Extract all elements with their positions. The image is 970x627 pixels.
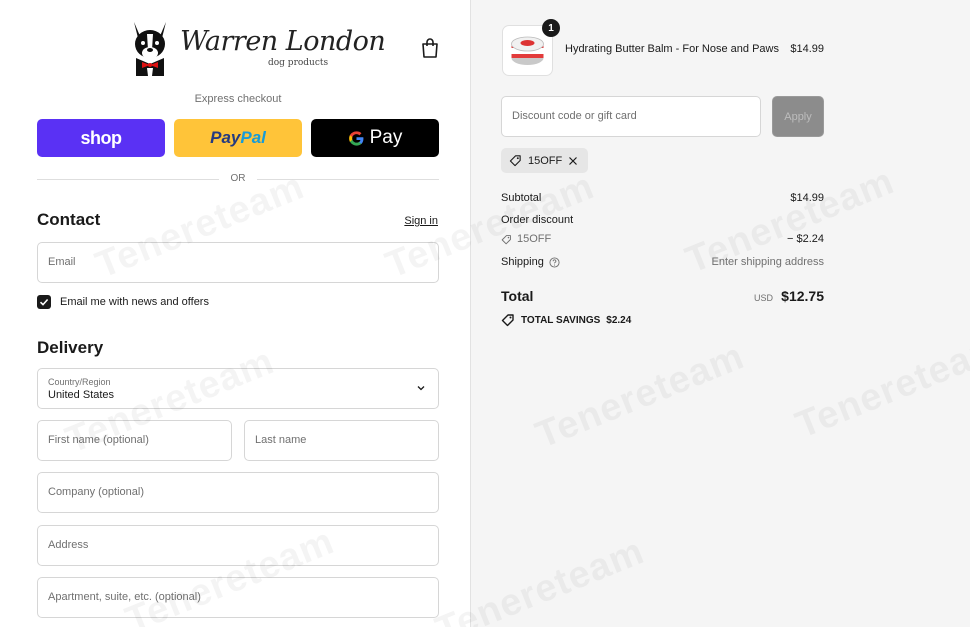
total-currency: USD [753,293,773,303]
newsletter-option[interactable]: Email me with news and offers [37,295,209,309]
apartment-field[interactable]: Apartment, suite, etc. (optional) [37,577,439,618]
close-icon[interactable] [568,156,578,166]
discount-code-label: 15OFF [517,233,552,245]
newsletter-checkbox[interactable] [37,295,51,309]
shop-pay-button[interactable]: shop [37,119,165,157]
product-name: Hydrating Butter Balm - For Nose and Paw… [565,43,779,55]
tag-icon [509,155,521,167]
product-thumbnail: 1 [502,19,560,76]
shopping-bag-icon[interactable] [421,38,439,58]
order-discount-row: Order discount [501,214,824,226]
shipping-label-group: Shipping [501,256,560,268]
help-icon[interactable] [549,256,560,268]
google-pay-button[interactable]: Pay [311,119,439,157]
paypal-button[interactable]: Pay Pal [174,119,302,157]
paypal-label-part2: Pal [240,128,266,147]
shop-pay-label: shop [80,127,123,148]
country-value: United States [48,389,115,401]
savings-label: TOTAL SAVINGS [521,314,601,326]
brand-tagline: dog products [268,58,329,68]
applied-discount-chip: 15OFF [501,148,589,173]
total-savings-row: TOTAL SAVINGS $2.24 [501,313,631,327]
last-name-field[interactable]: Last name [244,420,439,461]
email-placeholder: Email [48,256,76,268]
google-pay-label: Pay [369,127,403,148]
delivery-heading: Delivery [37,338,104,357]
address-placeholder: Address [48,539,89,551]
shipping-row: Shipping Enter shipping address [501,256,824,268]
discount-placeholder: Discount code or gift card [512,110,637,122]
country-select[interactable]: Country/Region United States [37,368,439,409]
or-label: OR [230,173,246,184]
express-checkout-label: Express checkout [194,93,282,105]
brand-logo[interactable]: Warren London dog products [128,18,386,76]
quantity-badge: 1 [542,19,560,37]
google-g-icon [348,130,364,146]
boston-terrier-icon [134,22,166,76]
first-name-placeholder: First name (optional) [48,434,149,446]
paypal-label-part1: Pay [210,128,241,147]
last-name-placeholder: Last name [255,434,307,446]
checkout-form-panel: Warren London dog products Express check… [0,0,471,627]
subtotal-row: Subtotal $14.99 [501,192,824,204]
applied-code: 15OFF [528,154,563,167]
checkmark-icon [39,298,49,306]
discount-detail-row: 15OFF − $2.24 [501,233,824,248]
address-field[interactable]: Address [37,525,439,566]
discount-code-input[interactable]: Discount code or gift card [501,96,761,137]
subtotal-value: $14.99 [790,192,824,204]
company-field[interactable]: Company (optional) [37,472,439,513]
discount-detail: 15OFF [501,233,551,245]
savings-value: $2.24 [606,314,632,326]
contact-heading: Contact [37,210,101,229]
chevron-down-icon [417,386,425,391]
first-name-field[interactable]: First name (optional) [37,420,232,461]
tag-icon [501,234,511,244]
shipping-label: Shipping [501,256,544,268]
apartment-placeholder: Apartment, suite, etc. (optional) [48,591,201,603]
company-placeholder: Company (optional) [48,486,144,498]
brand-name: Warren London [180,26,386,57]
country-label: Country/Region [48,377,111,387]
sign-in-link[interactable]: Sign in [404,215,438,227]
product-price: $14.99 [790,43,824,55]
order-summary-panel: 1 Hydrating Butter Balm - For Nose and P… [471,0,970,627]
total-value: $12.75 [781,288,824,304]
order-discount-label: Order discount [501,214,574,226]
tag-icon [501,314,514,327]
apply-button[interactable]: Apply [772,96,824,137]
total-label: Total [501,288,534,304]
newsletter-label: Email me with news and offers [60,296,209,308]
discount-value: − $2.24 [786,233,824,245]
subtotal-label: Subtotal [501,192,542,204]
or-divider: OR [37,172,439,186]
shipping-value: Enter shipping address [711,256,824,268]
email-field[interactable]: Email [37,242,439,283]
